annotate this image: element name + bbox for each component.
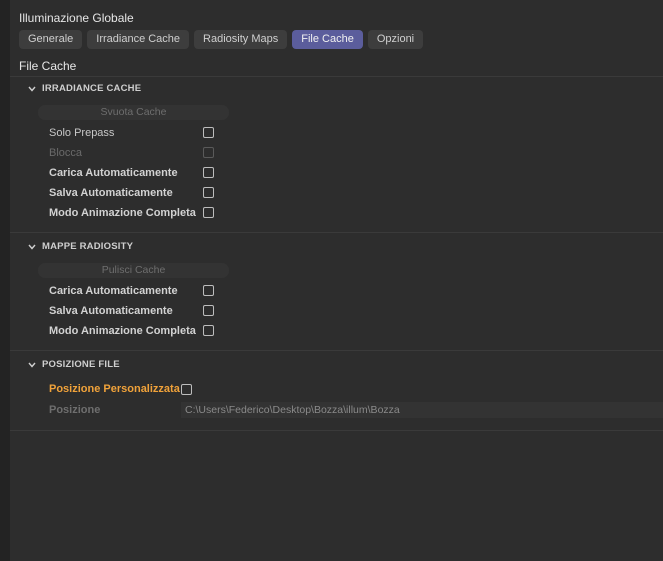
left-edge-strip [0,0,10,561]
divider [10,76,663,77]
clear-radiosity-cache-button[interactable]: Pulisci Cache [38,263,229,278]
carica-auto-label: Carica Automaticamente [49,167,178,179]
chevron-down-icon [28,362,36,368]
carica-auto-label: Carica Automaticamente [49,285,178,297]
salva-auto-label: Salva Automaticamente [49,187,173,199]
tab-file-cache[interactable]: File Cache [292,30,363,49]
section-irradiance-cache-header[interactable]: IRRADIANCE CACHE [28,83,141,94]
salva-auto-checkbox[interactable] [203,187,214,198]
section-mappe-radiosity-header[interactable]: MAPPE RADIOSITY [28,241,133,252]
custom-location-checkbox[interactable] [181,384,192,395]
modo-animazione-label: Modo Animazione Completa [49,207,196,219]
divider [10,350,663,351]
custom-location-label: Posizione Personalizzata [49,383,180,395]
page-title: File Cache [19,59,77,73]
path-label: Posizione [49,404,101,416]
tab-bar: Generale Irradiance Cache Radiosity Maps… [19,30,424,49]
blocca-checkbox[interactable] [203,147,214,158]
salva-auto-checkbox[interactable] [203,305,214,316]
blocca-label: Blocca [49,147,83,159]
modo-animazione-checkbox[interactable] [203,325,214,336]
divider [10,232,663,233]
divider [10,430,663,431]
tab-generale[interactable]: Generale [19,30,83,49]
window-title: Illuminazione Globale [19,11,134,25]
tab-opzioni[interactable]: Opzioni [367,30,424,49]
tab-radiosity-maps[interactable]: Radiosity Maps [194,30,288,49]
tab-irradiance-cache[interactable]: Irradiance Cache [87,30,190,49]
solo-prepass-checkbox[interactable] [203,127,214,138]
path-field[interactable]: C:\Users\Federico\Desktop\Bozza\illum\Bo… [181,402,663,418]
carica-auto-checkbox[interactable] [203,167,214,178]
carica-auto-checkbox[interactable] [203,285,214,296]
section-title: POSIZIONE FILE [42,359,120,370]
section-title: IRRADIANCE CACHE [42,83,142,94]
solo-prepass-label: Solo Prepass [49,127,115,139]
clear-irradiance-cache-button[interactable]: Svuota Cache [38,105,229,120]
chevron-down-icon [28,86,36,92]
modo-animazione-checkbox[interactable] [203,207,214,218]
modo-animazione-label: Modo Animazione Completa [49,325,196,337]
salva-auto-label: Salva Automaticamente [49,305,173,317]
section-posizione-file-header[interactable]: POSIZIONE FILE [28,359,120,370]
section-title: MAPPE RADIOSITY [42,241,134,252]
chevron-down-icon [28,244,36,250]
